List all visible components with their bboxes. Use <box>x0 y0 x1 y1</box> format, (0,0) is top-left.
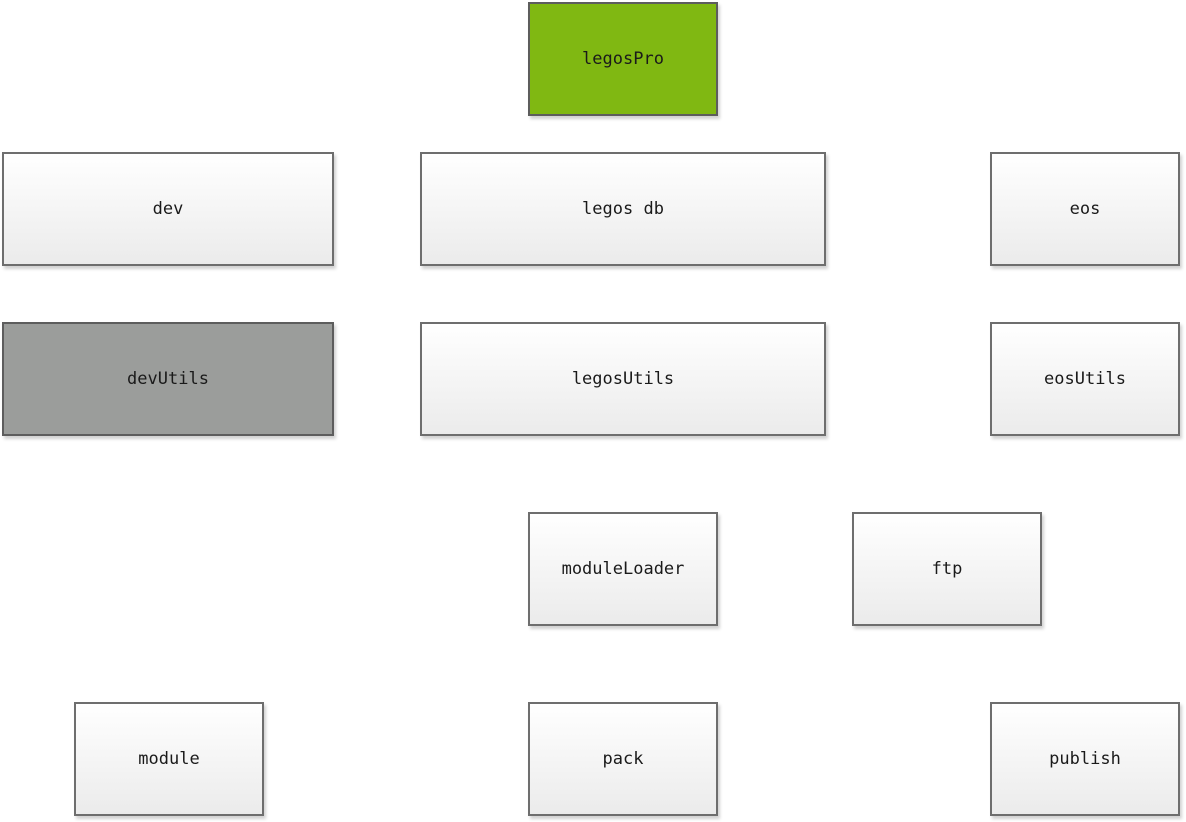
node-devutils-label: devUtils <box>127 369 209 389</box>
node-pack-label: pack <box>602 749 644 769</box>
node-eosutils: eosUtils <box>990 322 1180 436</box>
node-legos-db: legos db <box>420 152 826 266</box>
node-eos: eos <box>990 152 1180 266</box>
node-dev-label: dev <box>152 199 184 219</box>
node-devutils: devUtils <box>2 322 334 436</box>
node-legosutils-label: legosUtils <box>571 369 675 389</box>
node-moduleloader: moduleLoader <box>528 512 718 626</box>
node-legospro: legosPro <box>528 2 718 116</box>
node-module: module <box>74 702 264 816</box>
node-eos-label: eos <box>1069 199 1101 219</box>
node-legos-db-label: legos db <box>582 199 664 219</box>
node-ftp: ftp <box>852 512 1042 626</box>
node-legosutils: legosUtils <box>420 322 826 436</box>
node-publish-label: publish <box>1049 749 1121 769</box>
node-dev: dev <box>2 152 334 266</box>
node-publish: publish <box>990 702 1180 816</box>
node-module-label: module <box>138 749 200 769</box>
node-pack: pack <box>528 702 718 816</box>
node-legospro-label: legosPro <box>582 49 664 69</box>
node-moduleloader-label: moduleLoader <box>561 559 685 579</box>
node-ftp-label: ftp <box>931 559 963 579</box>
node-eosutils-label: eosUtils <box>1044 369 1126 389</box>
